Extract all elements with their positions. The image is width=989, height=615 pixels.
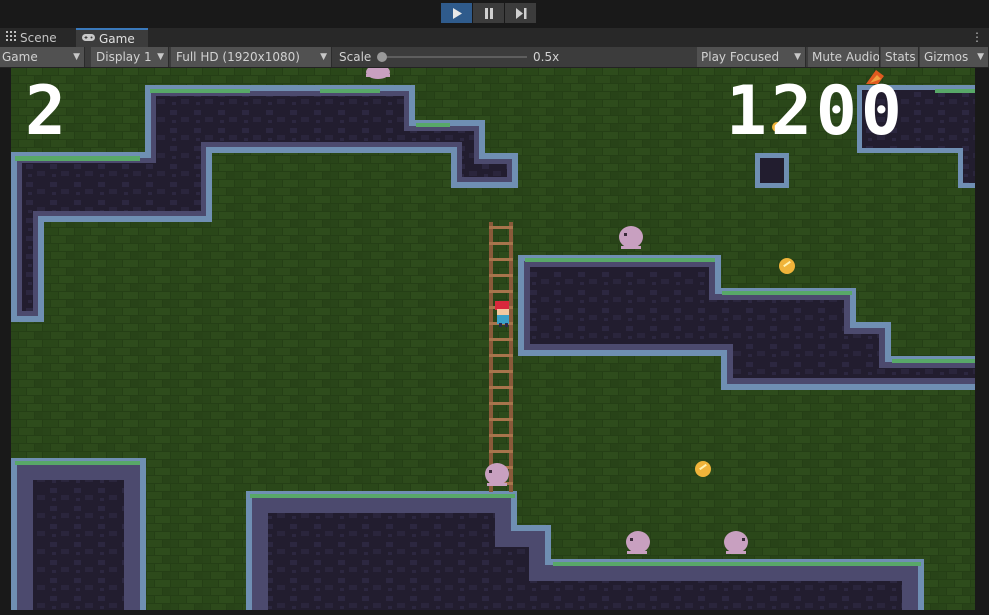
step-icon (515, 7, 526, 19)
play-mode-label: Play Focused (701, 50, 780, 64)
platform-bottom-left (11, 458, 146, 610)
scale-slider-track[interactable] (381, 56, 527, 58)
chevron-down-icon: ▼ (794, 52, 801, 62)
scale-control: Scale 0.5x (333, 47, 695, 67)
view-frame-bottom (0, 610, 989, 615)
more-options-icon[interactable]: ⋮ (971, 28, 983, 47)
chevron-down-icon: ▼ (320, 52, 327, 62)
resolution-label: Full HD (1920x1080) (176, 50, 300, 64)
scale-label: Scale (339, 50, 372, 64)
play-icon (452, 7, 462, 19)
play-mode-dropdown[interactable]: Play Focused ▼ (697, 47, 806, 67)
pause-icon (484, 7, 493, 19)
lives-counter: 2 (25, 72, 68, 151)
chevron-down-icon: ▼ (73, 52, 80, 62)
view-mode-label: Game (2, 50, 38, 64)
pause-button[interactable] (473, 3, 504, 23)
display-dropdown[interactable]: Display 1 ▼ (91, 47, 169, 67)
scale-slider-handle[interactable] (377, 52, 387, 62)
game-view-toolbar: Game ▼ Display 1 ▼ Full HD (1920x1080) ▼… (0, 47, 989, 68)
stats-toggle[interactable]: Stats (881, 47, 919, 67)
play-button[interactable] (441, 3, 472, 23)
mute-audio-label: Mute Audio (812, 50, 880, 64)
mute-audio-toggle[interactable]: Mute Audio (808, 47, 880, 67)
view-frame-right (975, 68, 989, 615)
editor-top-bar (0, 0, 989, 28)
grid-icon (6, 31, 16, 44)
coin (779, 258, 795, 274)
game-viewport[interactable]: 2 1200 (11, 68, 975, 610)
view-frame-left (0, 68, 11, 615)
tab-scene-label: Scene (20, 30, 57, 45)
step-button[interactable] (505, 3, 536, 23)
gizmos-label: Gizmos (924, 50, 969, 64)
gizmos-dropdown[interactable]: Gizmos ▼ (920, 47, 989, 67)
chevron-down-icon: ▼ (977, 52, 984, 62)
display-label: Display 1 (96, 50, 152, 64)
resolution-dropdown[interactable]: Full HD (1920x1080) ▼ (171, 47, 332, 67)
score-counter: 1200 (726, 72, 906, 151)
coin (695, 461, 711, 477)
tab-game-label: Game (99, 31, 135, 46)
tab-game[interactable]: Game (76, 28, 148, 47)
play-controls (441, 3, 537, 23)
gamepad-icon (82, 32, 95, 45)
tab-bar: Scene Game ⋮ (0, 28, 989, 47)
chevron-down-icon: ▼ (157, 52, 164, 62)
view-mode-dropdown[interactable]: Game ▼ (0, 47, 85, 67)
player-character (495, 301, 509, 327)
scale-value: 0.5x (533, 50, 560, 64)
stats-label: Stats (885, 50, 916, 64)
tab-scene[interactable]: Scene (0, 28, 75, 47)
